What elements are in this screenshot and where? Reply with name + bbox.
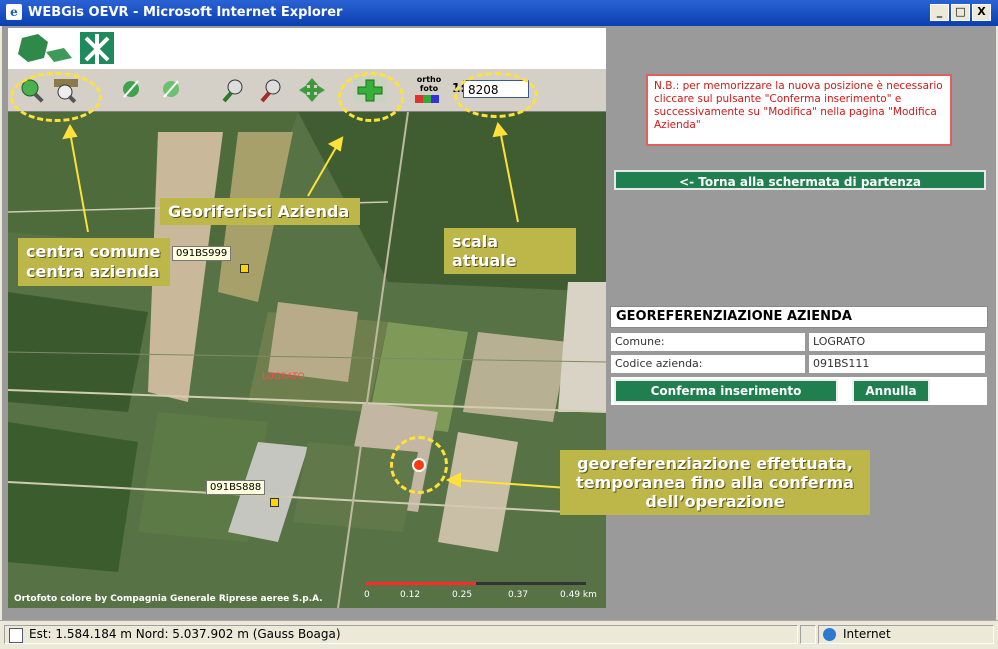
georef-panel: GEOREFERENZIAZIONE AZIENDA Comune: LOGRA… [610,306,988,406]
status-seg [800,625,816,644]
codice-label: Codice azienda: [610,354,806,374]
confirm-button[interactable]: Conferma inserimento [614,379,838,403]
map-attribution: Ortofoto colore by Compagnia Generale Ri… [14,594,323,604]
info-note: N.B.: per memorizzare la nuova posizione… [646,74,952,146]
status-zone: Internet [818,625,994,644]
close-button[interactable]: X [972,4,991,21]
panel-title: GEOREFERENZIAZIONE AZIENDA [610,306,988,328]
scale-tick-1: 0.12 [400,590,421,600]
cancel-button[interactable]: Annulla [852,379,930,403]
window-titlebar[interactable]: e WEBGis OEVR - Microsoft Internet Explo… [0,0,998,26]
comune-label: Comune: [610,332,806,352]
ie-icon: e [6,4,22,20]
globe-icon [823,628,836,641]
status-zone-text: Internet [843,627,891,641]
status-coords-text: Est: 1.584.184 m Nord: 5.037.902 m (Gaus… [29,627,341,641]
scale-tick-0: 0 [364,590,370,600]
callout-arrows [62,121,569,489]
comune-value: LOGRATO [808,332,986,352]
minimize-button[interactable]: _ [930,4,949,21]
callout-done: georeferenziazione effettuata, temporane… [560,450,870,515]
scale-tick-4: 0.49 km [560,590,597,600]
map-frame: ortho foto 1: 8208 LOGRATO 091BS999 091B… [8,28,606,608]
browser-content: ortho foto 1: 8208 LOGRATO 091BS999 091B… [2,26,996,620]
status-bar: Est: 1.584.184 m Nord: 5.037.902 m (Gaus… [0,620,998,649]
callout-center: centra comune centra azienda [18,238,170,286]
codice-value: 091BS111 [808,354,986,374]
callout-georef: Georiferisci Azienda [160,198,360,225]
window-title: WEBGis OEVR - Microsoft Internet Explore… [28,5,343,20]
callout-scale: scala attuale [444,228,576,274]
page-icon [9,628,23,643]
maximize-button[interactable]: □ [951,4,970,21]
scale-tick-2: 0.25 [452,590,473,600]
status-coords: Est: 1.584.184 m Nord: 5.037.902 m (Gaus… [4,625,798,644]
back-to-start-button[interactable]: <- Torna alla schermata di partenza [614,170,986,190]
scale-tick-3: 0.37 [508,590,529,600]
